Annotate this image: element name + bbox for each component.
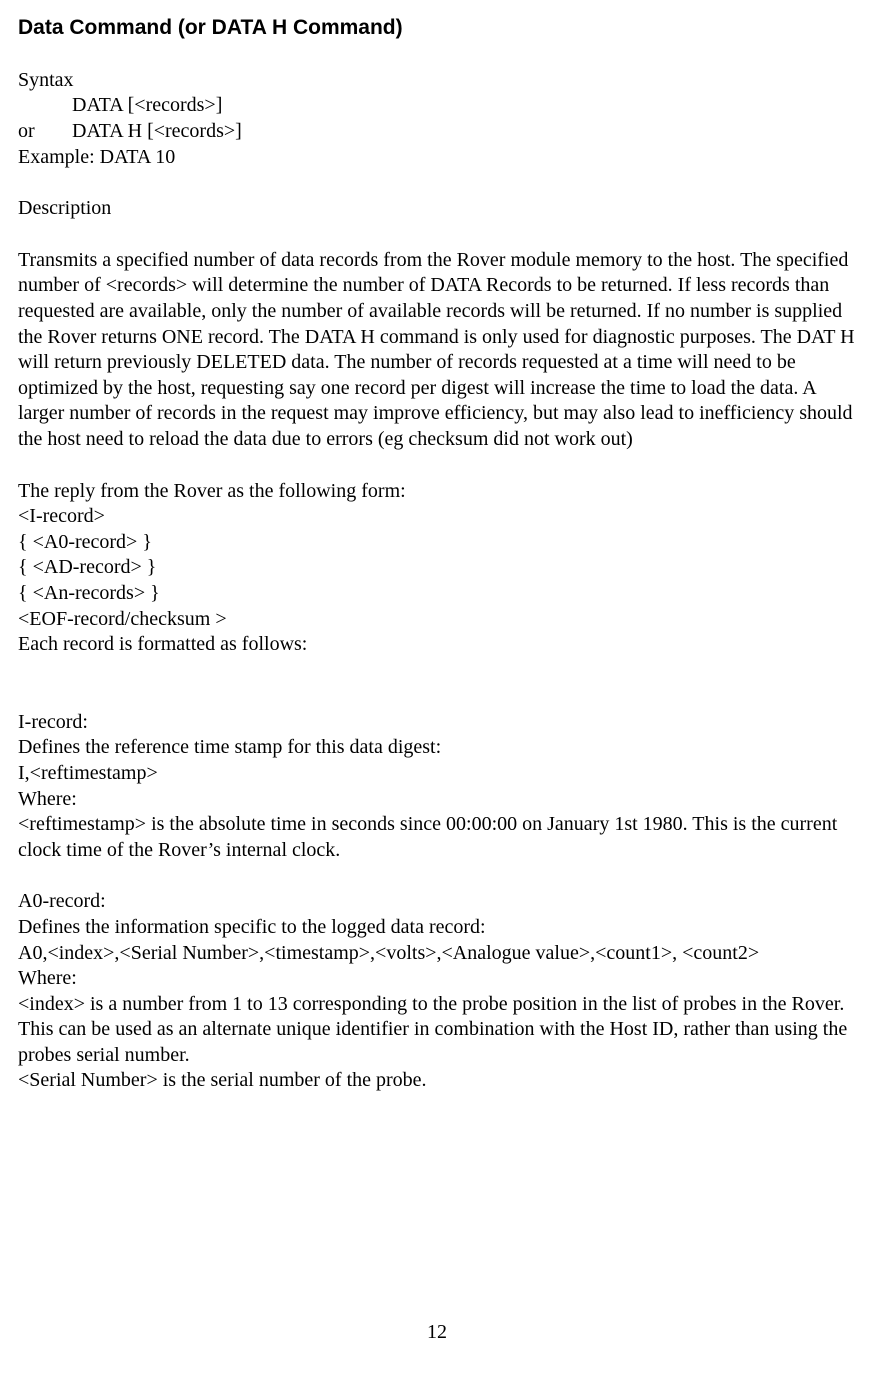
reply-line-i: <I-record> — [18, 504, 856, 530]
reply-line-an: { <An-records> } — [18, 581, 856, 607]
syntax-or-label: or — [18, 119, 72, 145]
reply-line-ad: { <AD-record> } — [18, 555, 856, 581]
reply-line-format: Each record is formatted as follows: — [18, 632, 856, 658]
syntax-example: Example: DATA 10 — [18, 145, 856, 171]
reply-line-eof: <EOF-record/checksum > — [18, 607, 856, 633]
reply-line-a0: { <A0-record> } — [18, 530, 856, 556]
a0-record-where: Where: — [18, 966, 856, 992]
a0-record-title: A0-record: — [18, 889, 856, 915]
description-paragraph: Transmits a specified number of data rec… — [18, 248, 856, 453]
i-record-reftimestamp: <reftimestamp> is the absolute time in s… — [18, 812, 856, 863]
syntax-line1: DATA [<records>] — [18, 93, 856, 119]
i-record-format: I,<reftimestamp> — [18, 761, 856, 787]
i-record-desc: Defines the reference time stamp for thi… — [18, 735, 856, 761]
a0-record-format: A0,<index>,<Serial Number>,<timestamp>,<… — [18, 941, 856, 967]
syntax-line2: DATA H [<records>] — [72, 119, 242, 145]
a0-record-serial: <Serial Number> is the serial number of … — [18, 1068, 856, 1094]
reply-intro: The reply from the Rover as the followin… — [18, 479, 856, 505]
a0-record-desc: Defines the information specific to the … — [18, 915, 856, 941]
i-record-where: Where: — [18, 787, 856, 813]
description-label: Description — [18, 196, 856, 222]
syntax-line2-row: or DATA H [<records>] — [18, 119, 856, 145]
i-record-title: I-record: — [18, 710, 856, 736]
a0-record-index: <index> is a number from 1 to 13 corresp… — [18, 992, 856, 1069]
section-heading: Data Command (or DATA H Command) — [18, 15, 856, 42]
page-number: 12 — [427, 1320, 447, 1346]
syntax-label: Syntax — [18, 68, 856, 94]
